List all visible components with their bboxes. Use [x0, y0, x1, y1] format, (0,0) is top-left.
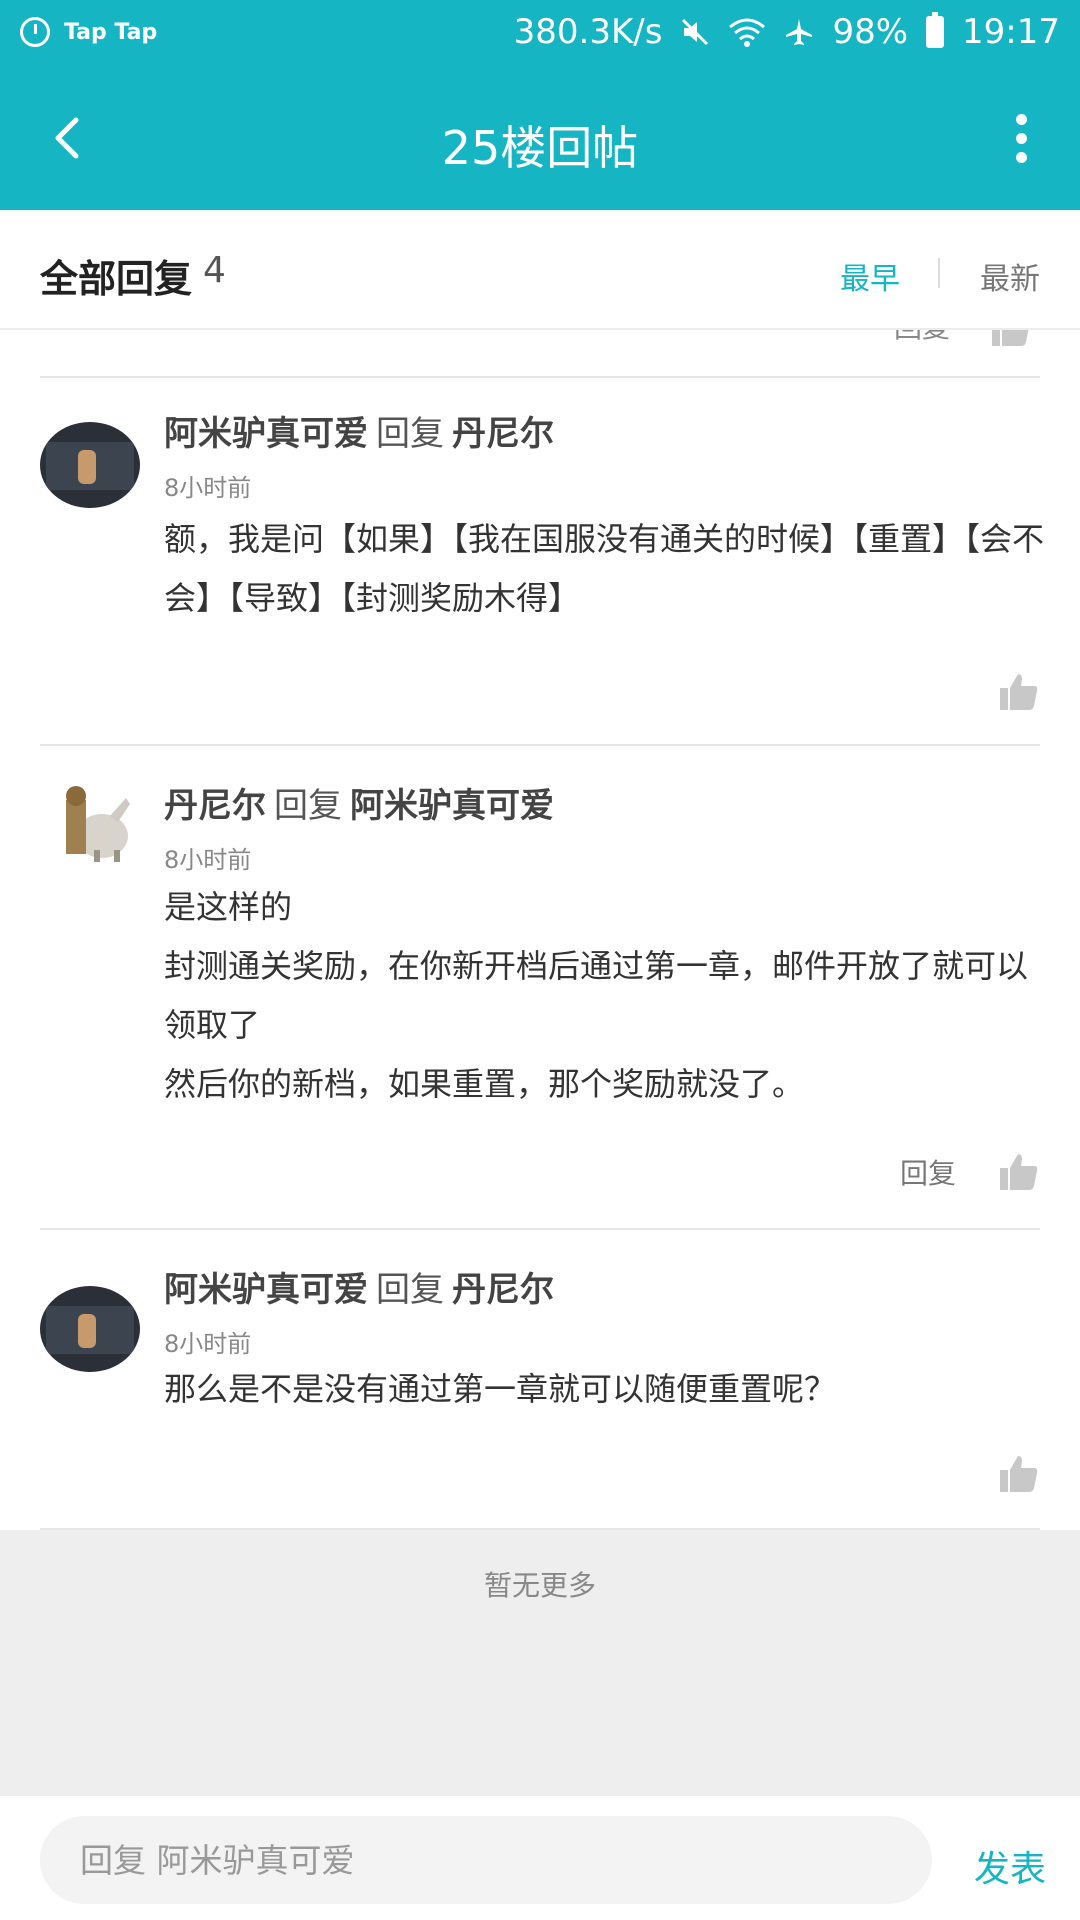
status-left: Tap Tap [20, 17, 157, 47]
battery-icon [926, 12, 945, 48]
mute-icon [682, 18, 709, 46]
reply-count: 4 [203, 250, 226, 291]
comment-item: 阿米驴真可爱 回复 丹尼尔 8小时前 额，我是问【如果】【我在国服没有通关的时候】【… [40, 380, 1044, 746]
network-speed: 380.3K/s [513, 12, 663, 52]
sort-earliest-tab[interactable]: 最早 [840, 254, 900, 298]
thumbs-up-icon[interactable] [996, 670, 1040, 714]
comment-time: 8小时前 [164, 846, 252, 874]
sort-header: 全部回复 4 最早 最新 [0, 210, 1080, 330]
reply-target[interactable]: 丹尼尔 [452, 1270, 554, 1310]
comment-item: 丹尼尔 回复 阿米驴真可爱 8小时前 是这样的 封测通关奖励，在你新开档后通过第一章… [40, 746, 1040, 1230]
airplane-icon [786, 19, 813, 45]
reply-target[interactable]: 丹尼尔 [452, 414, 554, 454]
send-button[interactable]: 发表 [974, 1840, 1046, 1892]
timer-icon [20, 17, 50, 47]
comment-body: 额，我是问【如果】【我在国服没有通关的时候】【重置】【会不会】【导致】【封测奖励… [164, 510, 1044, 628]
comment-author[interactable]: 阿米驴真可爱 [164, 414, 368, 454]
reply-target[interactable]: 阿米驴真可爱 [350, 786, 554, 826]
reply-button[interactable]: 回复 [900, 1152, 956, 1192]
status-right: 380.3K/s 98% 19:17 [514, 12, 1060, 52]
comment-time: 8小时前 [164, 474, 252, 502]
comment-text-line: 封测通关奖励，在你新开档后通过第一章，邮件开放了就可以领取了 [164, 947, 1029, 1044]
more-vertical-icon[interactable] [1016, 114, 1028, 164]
thumbs-up-icon[interactable] [996, 1150, 1040, 1194]
comment-item: 阿米驴真可爱 回复 丹尼尔 8小时前 那么是不是没有通过第一章就可以随便重置呢？ [40, 1230, 1040, 1530]
comment-time: 8小时前 [164, 1330, 252, 1358]
comment-author-line: 阿米驴真可爱 回复 丹尼尔 [164, 406, 554, 455]
knight-avatar-image [66, 786, 130, 862]
comment-text-line: 额，我是问【如果】【我在国服没有通关的时候】【重置】【会不会】【导致】【封测奖励… [164, 520, 1045, 617]
comment-body: 那么是不是没有通过第一章就可以随便重置呢？ [164, 1360, 1044, 1419]
comment-body: 是这样的 封测通关奖励，在你新开档后通过第一章，邮件开放了就可以领取了 然后你的… [164, 878, 1044, 1114]
no-more-footer: 暂无更多 [0, 1530, 1080, 1796]
wifi-icon [729, 18, 766, 47]
comment-text-line: 然后你的新档，如果重置，那个奖励就没了。 [164, 1065, 805, 1103]
page-title: 25楼回帖 [441, 121, 639, 175]
comment-actions [996, 1452, 1040, 1496]
comment-text-line: 那么是不是没有通过第一章就可以随便重置呢？ [164, 1370, 837, 1408]
clock: 19:17 [962, 12, 1060, 52]
status-app-label: Tap Tap [64, 19, 158, 45]
comment-author-line: 阿米驴真可爱 回复 丹尼尔 [164, 1262, 554, 1311]
avatar[interactable] [40, 1286, 140, 1372]
no-more-text: 暂无更多 [483, 1569, 596, 1602]
reply-word: 回复 [274, 786, 342, 826]
sort-divider [938, 258, 940, 288]
reply-word: 回复 [376, 414, 444, 454]
comment-author[interactable]: 阿米驴真可爱 [164, 1270, 368, 1310]
comment-text-line: 是这样的 [164, 888, 293, 926]
battery-level: 98% [832, 12, 909, 52]
app-bar: 25楼回帖 [0, 64, 1080, 210]
reply-word: 回复 [376, 1270, 444, 1310]
thumbs-up-icon[interactable] [996, 1452, 1040, 1496]
avatar[interactable] [40, 422, 140, 508]
comment-author-line: 丹尼尔 回复 阿米驴真可爱 [164, 778, 554, 827]
reply-input-bar: 发表 [0, 1796, 1080, 1920]
all-replies-title: 全部回复 [40, 257, 193, 301]
sort-latest-tab[interactable]: 最新 [980, 254, 1040, 298]
comment-actions [996, 670, 1040, 714]
comment-author[interactable]: 丹尼尔 [164, 786, 266, 826]
reply-button[interactable]: 回复 [894, 330, 950, 346]
reply-input[interactable] [40, 1816, 932, 1904]
comment-row-partial: 回复 [40, 330, 1040, 378]
comment-actions: 回复 [900, 1150, 1040, 1194]
thumbs-up-icon[interactable] [988, 330, 1032, 350]
status-bar: Tap Tap 380.3K/s 98% 19:17 [0, 0, 1080, 64]
avatar[interactable] [40, 776, 140, 862]
